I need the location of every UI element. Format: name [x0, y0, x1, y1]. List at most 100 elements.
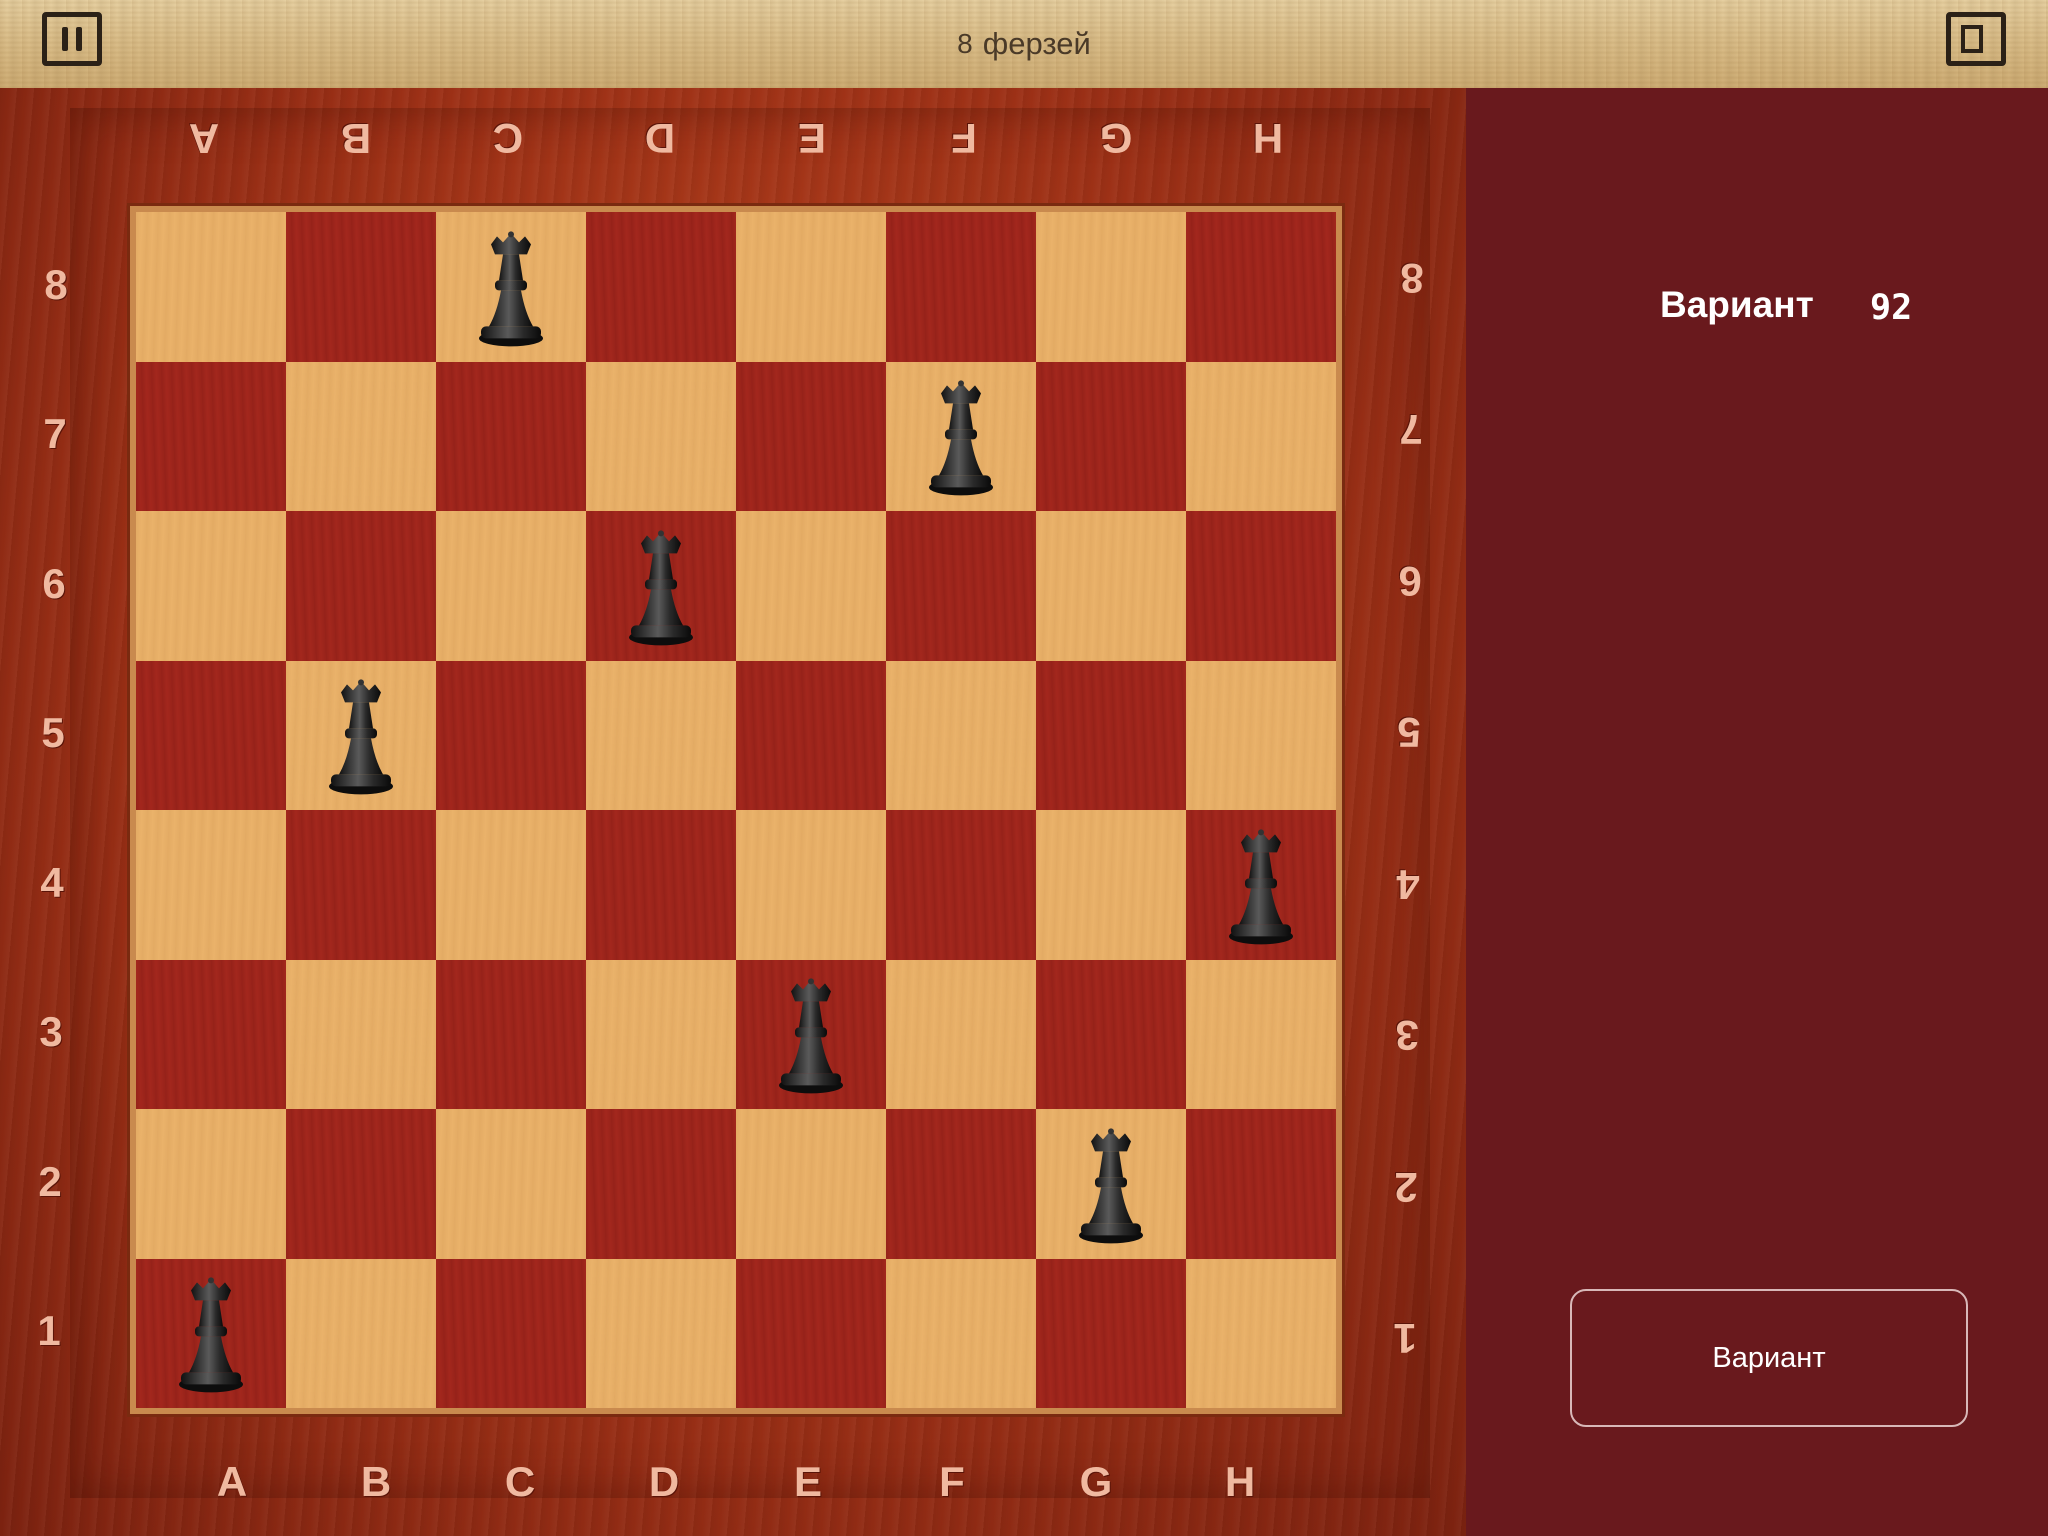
square-d2[interactable] — [586, 1109, 736, 1259]
file-label-top: B — [340, 115, 372, 162]
square-f1[interactable] — [886, 1258, 1036, 1408]
square-d3[interactable] — [586, 959, 736, 1109]
file-label-top: F — [951, 115, 977, 162]
square-b8[interactable] — [286, 212, 436, 362]
file-label-bottom: B — [360, 1458, 392, 1505]
rank-label-right: 1 — [1392, 1315, 1417, 1363]
file-label-bottom: H — [1224, 1458, 1256, 1505]
rank-label-left: 5 — [41, 709, 65, 757]
square-d6[interactable] — [586, 511, 736, 661]
square-a6[interactable] — [136, 511, 286, 661]
square-d8[interactable] — [586, 212, 736, 362]
square-e7[interactable] — [736, 361, 886, 511]
square-c4[interactable] — [436, 810, 586, 960]
square-a3[interactable] — [136, 959, 286, 1109]
square-c7[interactable] — [436, 361, 586, 511]
variant-number: 92 — [1870, 288, 1913, 328]
square-e6[interactable] — [736, 511, 886, 661]
square-c5[interactable] — [436, 660, 586, 810]
square-a5[interactable] — [136, 660, 286, 810]
rank-label-left: 6 — [42, 559, 66, 607]
queen-icon[interactable] — [775, 978, 847, 1096]
side-panel: Вариант 92 Вариант — [1466, 88, 2048, 1536]
square-h6[interactable] — [1186, 511, 1336, 661]
square-e3[interactable] — [736, 959, 886, 1109]
variant-button[interactable]: Вариант — [1570, 1289, 1968, 1427]
file-label-top: E — [798, 115, 827, 162]
top-bar: 8 ферзей — [0, 0, 2048, 91]
square-a7[interactable] — [136, 361, 286, 511]
square-d5[interactable] — [586, 660, 736, 810]
square-b5[interactable] — [286, 660, 436, 810]
file-label-bottom: F — [939, 1458, 965, 1505]
chess-board[interactable] — [136, 212, 1336, 1408]
square-g6[interactable] — [1036, 511, 1186, 661]
square-b6[interactable] — [286, 511, 436, 661]
file-label-bottom: G — [1079, 1458, 1113, 1505]
square-g2[interactable] — [1036, 1109, 1186, 1259]
rank-label-left: 2 — [38, 1157, 62, 1205]
square-c8[interactable] — [436, 212, 586, 362]
square-f2[interactable] — [886, 1109, 1036, 1259]
file-label-bottom: D — [648, 1458, 680, 1505]
square-g3[interactable] — [1036, 959, 1186, 1109]
square-b7[interactable] — [286, 361, 436, 511]
square-h2[interactable] — [1186, 1109, 1336, 1259]
queen-icon[interactable] — [175, 1277, 247, 1395]
rank-label-left: 4 — [40, 858, 64, 906]
file-label-top: C — [492, 115, 524, 162]
file-label-top: H — [1252, 115, 1284, 162]
square-h4[interactable] — [1186, 810, 1336, 960]
square-g7[interactable] — [1036, 361, 1186, 511]
square-a1[interactable] — [136, 1258, 286, 1408]
file-label-bottom: A — [216, 1458, 248, 1505]
file-label-bottom: C — [504, 1458, 536, 1505]
queen-icon[interactable] — [625, 529, 697, 647]
file-label-top: G — [1099, 115, 1133, 162]
square-d4[interactable] — [586, 810, 736, 960]
square-h3[interactable] — [1186, 959, 1336, 1109]
window-icon[interactable] — [1946, 12, 2006, 66]
square-f5[interactable] — [886, 660, 1036, 810]
square-g8[interactable] — [1036, 212, 1186, 362]
square-h1[interactable] — [1186, 1258, 1336, 1408]
square-f3[interactable] — [886, 959, 1036, 1109]
queen-icon[interactable] — [1225, 828, 1297, 946]
square-a2[interactable] — [136, 1109, 286, 1259]
square-e8[interactable] — [736, 212, 886, 362]
queen-icon[interactable] — [1075, 1127, 1147, 1245]
square-f4[interactable] — [886, 810, 1036, 960]
title-text: ферзей — [982, 26, 1091, 61]
square-f7[interactable] — [886, 361, 1036, 511]
square-a8[interactable] — [136, 212, 286, 362]
square-f8[interactable] — [886, 212, 1036, 362]
queen-icon[interactable] — [925, 380, 997, 498]
square-f6[interactable] — [886, 511, 1036, 661]
square-b2[interactable] — [286, 1109, 436, 1259]
square-e4[interactable] — [736, 810, 886, 960]
square-g5[interactable] — [1036, 660, 1186, 810]
queen-icon[interactable] — [475, 230, 547, 348]
square-c2[interactable] — [436, 1109, 586, 1259]
queen-icon[interactable] — [325, 679, 397, 797]
square-e5[interactable] — [736, 660, 886, 810]
square-c1[interactable] — [436, 1258, 586, 1408]
square-a4[interactable] — [136, 810, 286, 960]
square-c3[interactable] — [436, 959, 586, 1109]
square-c6[interactable] — [436, 511, 586, 661]
square-b4[interactable] — [286, 810, 436, 960]
square-e2[interactable] — [736, 1109, 886, 1259]
square-g1[interactable] — [1036, 1258, 1186, 1408]
square-b1[interactable] — [286, 1258, 436, 1408]
rank-label-right: 4 — [1395, 860, 1420, 908]
square-h5[interactable] — [1186, 660, 1336, 810]
square-d7[interactable] — [586, 361, 736, 511]
square-e1[interactable] — [736, 1258, 886, 1408]
square-h8[interactable] — [1186, 212, 1336, 362]
rank-label-right: 7 — [1398, 406, 1423, 454]
square-b3[interactable] — [286, 959, 436, 1109]
square-d1[interactable] — [586, 1258, 736, 1408]
square-g4[interactable] — [1036, 810, 1186, 960]
file-label-top: D — [644, 115, 676, 162]
square-h7[interactable] — [1186, 361, 1336, 511]
